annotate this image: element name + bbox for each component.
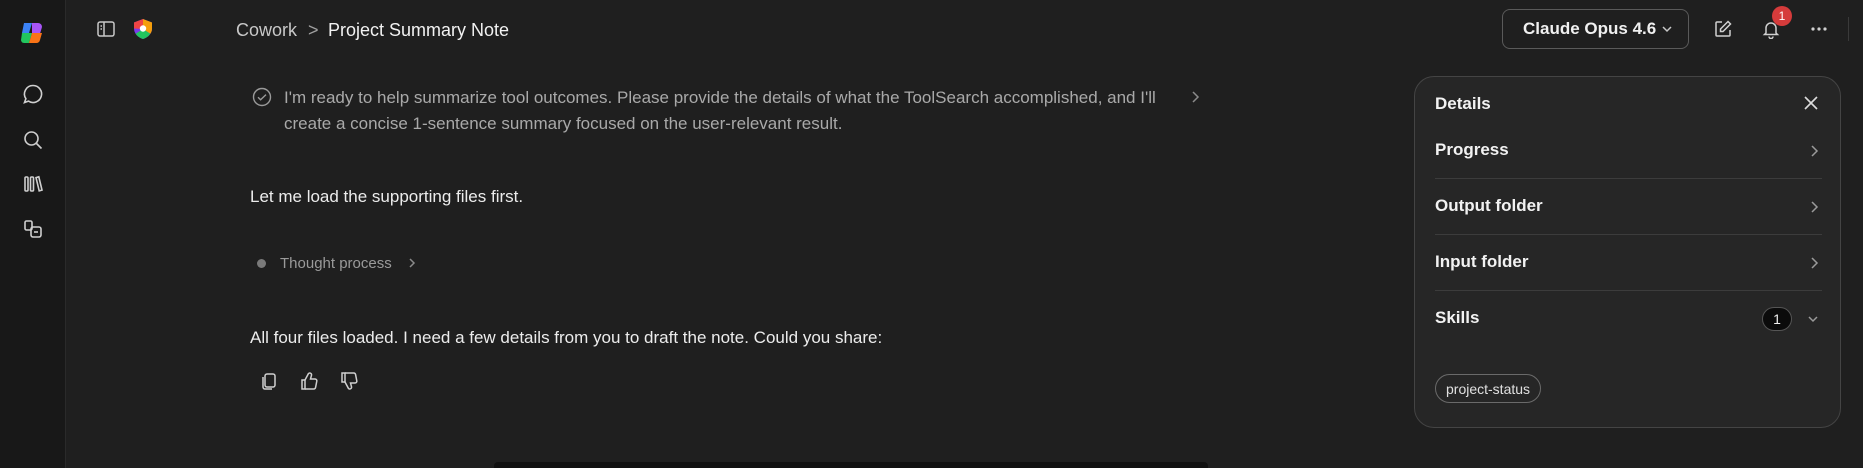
model-label: Claude Opus 4.6 <box>1523 19 1657 38</box>
details-row-progress[interactable]: Progress <box>1435 123 1822 179</box>
chevron-right-icon <box>1808 255 1820 276</box>
chevron-right-icon <box>1808 143 1820 164</box>
chat-icon[interactable] <box>17 78 49 110</box>
breadcrumb-root[interactable]: Cowork <box>236 19 297 41</box>
dot-icon <box>257 258 266 268</box>
details-row-label: Skills <box>1435 308 1480 327</box>
toolbar-divider <box>1848 17 1849 41</box>
details-row-label: Input folder <box>1435 252 1529 271</box>
thought-process-toggle[interactable]: Thought process <box>257 253 418 273</box>
tool-result-text: I'm ready to help summarize tool outcome… <box>284 88 1156 133</box>
details-row-skills[interactable]: Skills 1 <box>1435 291 1822 347</box>
notification-badge: 1 <box>1772 6 1792 26</box>
details-row-label: Output folder <box>1435 196 1543 215</box>
app-logo-icon[interactable] <box>18 19 46 47</box>
chevron-right-icon <box>1808 199 1820 220</box>
library-icon[interactable] <box>17 168 49 200</box>
composer-edge <box>494 462 1208 468</box>
skill-chip[interactable]: project-status <box>1435 374 1542 403</box>
search-icon[interactable] <box>17 124 49 156</box>
more-options-icon[interactable] <box>1807 17 1831 41</box>
copy-icon[interactable] <box>254 366 284 396</box>
page-title: Project Summary Note <box>328 20 510 40</box>
close-icon[interactable] <box>1802 94 1820 117</box>
skills-count-badge: 1 <box>1762 307 1792 331</box>
sidebar-toggle-icon[interactable] <box>94 17 118 41</box>
chevron-down-icon <box>1806 311 1820 332</box>
details-row-input-folder[interactable]: Input folder <box>1435 235 1822 291</box>
details-panel: Details Progress Output folder Input fol… <box>1414 76 1841 428</box>
thumbs-down-icon[interactable] <box>334 366 364 396</box>
cowork-shield-icon <box>130 16 156 42</box>
chevron-right-icon[interactable] <box>1188 89 1202 110</box>
left-rail <box>0 0 66 468</box>
top-bar: Cowork > Project Summary Note Claude Opu… <box>66 0 1863 60</box>
breadcrumb-separator-icon: > <box>308 20 319 40</box>
details-row-label: Progress <box>1435 140 1509 159</box>
chevron-right-icon <box>406 256 418 270</box>
model-selector-button[interactable]: Claude Opus 4.6 <box>1502 9 1689 49</box>
message-actions <box>254 366 364 396</box>
new-chat-icon[interactable] <box>1711 17 1735 41</box>
thumbs-up-icon[interactable] <box>294 366 324 396</box>
projects-icon[interactable] <box>17 213 49 245</box>
assistant-message: All four files loaded. I need a few deta… <box>250 328 883 347</box>
assistant-message: Let me load the supporting files first. <box>250 187 524 206</box>
check-circle-icon <box>252 87 272 112</box>
chevron-down-icon <box>1660 21 1674 41</box>
thought-process-label: Thought process <box>280 254 392 272</box>
details-row-output-folder[interactable]: Output folder <box>1435 179 1822 235</box>
details-title: Details <box>1435 94 1491 113</box>
